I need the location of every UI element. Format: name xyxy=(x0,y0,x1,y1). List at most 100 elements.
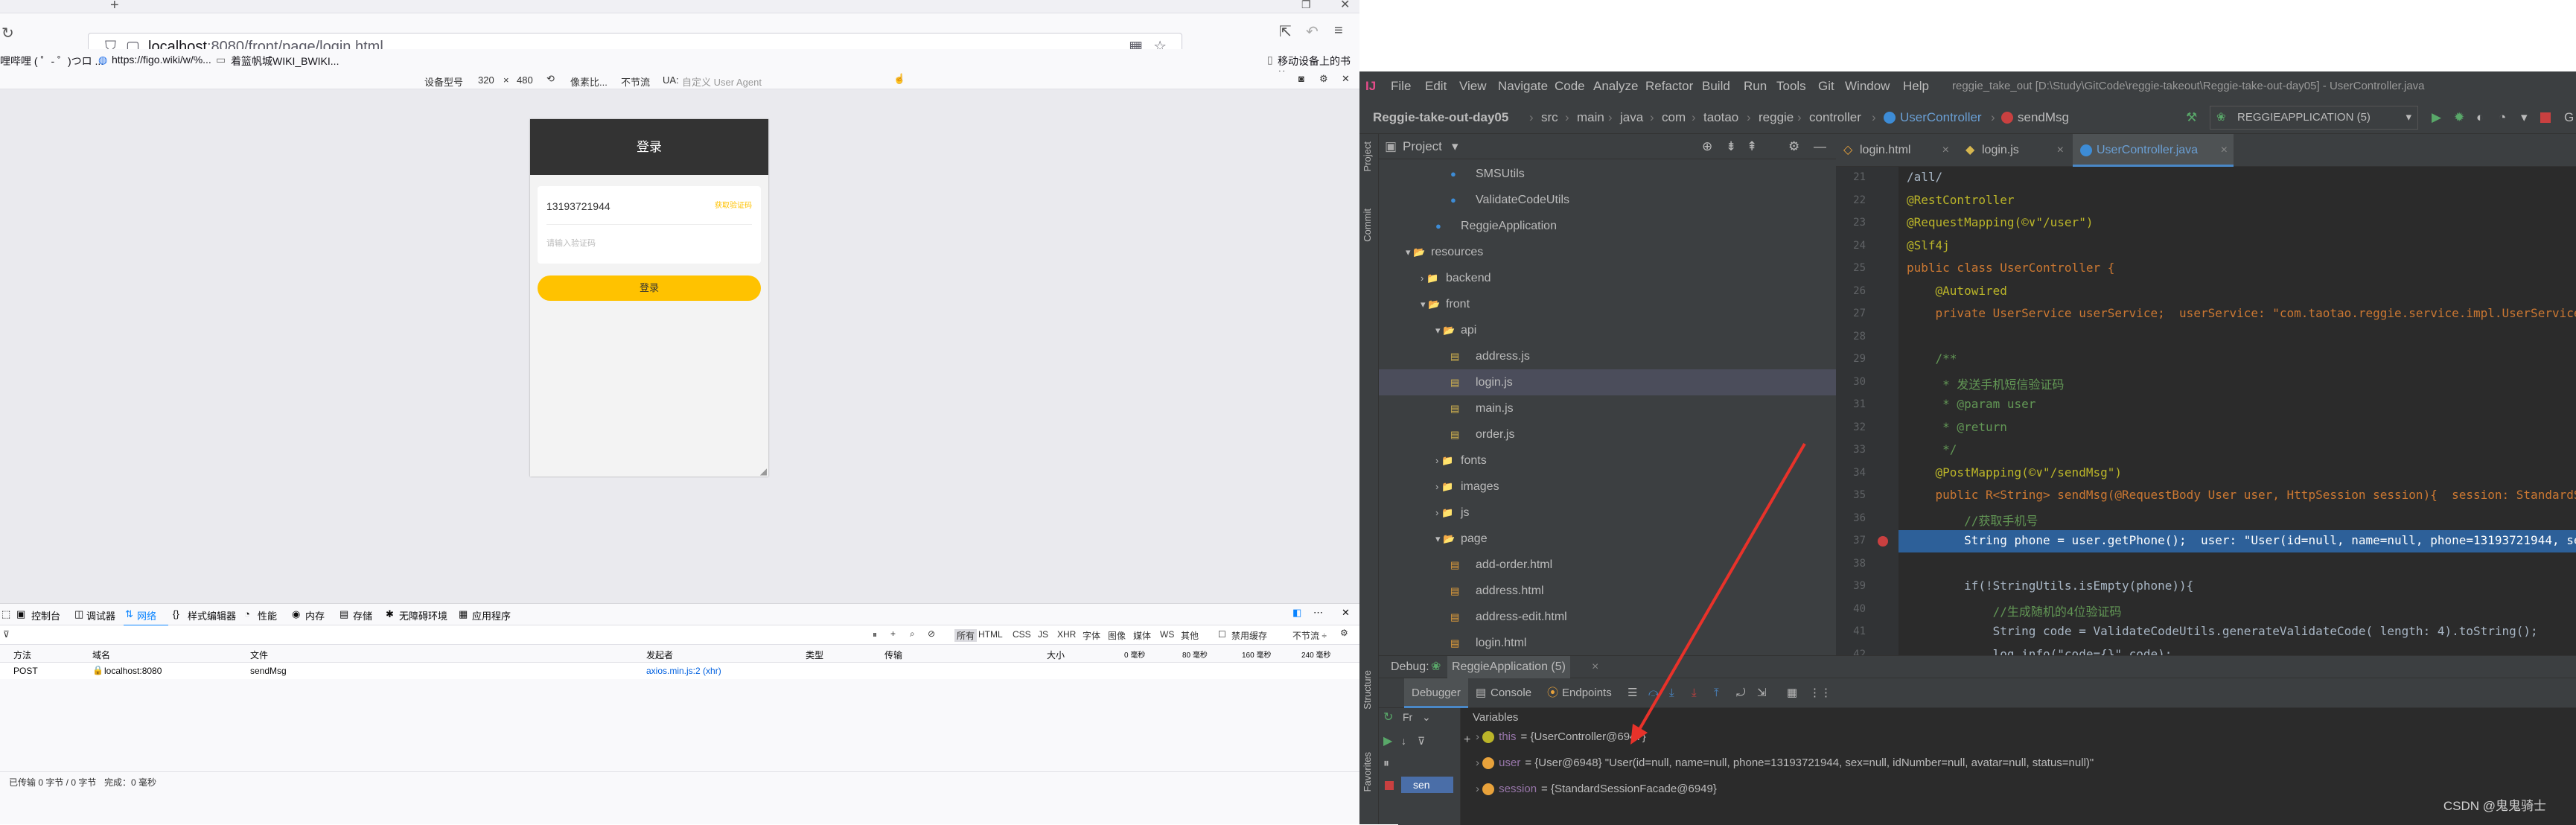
tab-network-active[interactable]: ⇅ 网络 xyxy=(124,604,168,626)
filter-media[interactable]: 媒体 xyxy=(1133,629,1151,642)
add-icon[interactable]: + xyxy=(890,628,896,639)
drop-frame-icon[interactable]: ⤾ xyxy=(1736,678,1746,708)
filter-image[interactable]: 图像 xyxy=(1108,629,1126,642)
force-step-icon[interactable]: ⤓ xyxy=(1692,678,1697,708)
frame-item[interactable]: sen xyxy=(1401,777,1453,793)
chevron-right-icon[interactable]: › xyxy=(1476,756,1482,769)
step-down-icon[interactable]: ↓ xyxy=(1401,735,1406,747)
tab-debugger[interactable]: 调试器 xyxy=(86,608,115,622)
network-throttle[interactable]: 不节流 ÷ xyxy=(1292,629,1327,642)
col-file[interactable]: 文件 xyxy=(250,649,268,661)
expand-icon[interactable]: ⇞ xyxy=(1747,134,1757,159)
pause-icon[interactable]: ⏸ xyxy=(1383,757,1389,771)
crumb-reggie[interactable]: reggie xyxy=(1759,101,1794,134)
crumb-main[interactable]: main xyxy=(1577,101,1604,134)
filter-icon[interactable]: ⊽ xyxy=(1418,735,1425,748)
crumb-java[interactable]: java xyxy=(1620,101,1643,134)
locate-icon[interactable]: ⊕ xyxy=(1702,134,1712,159)
filter-ws[interactable]: WS xyxy=(1160,629,1174,640)
tree-item[interactable]: ▤ address.js xyxy=(1379,343,1836,369)
col-domain[interactable]: 域名 xyxy=(92,649,110,661)
git-icon[interactable]: G xyxy=(2564,101,2574,134)
tree-item[interactable]: ● SMSUtils xyxy=(1379,161,1836,187)
step-out-icon[interactable]: ⤒ xyxy=(1714,678,1719,708)
tab-usercontroller[interactable]: UserController.java × xyxy=(2073,134,2234,167)
close-rdm-icon[interactable]: ✕ xyxy=(1342,73,1350,85)
tab-console[interactable]: 控制台 xyxy=(31,608,60,622)
resize-handle-icon[interactable]: ◢ xyxy=(760,466,767,477)
close-tab-icon[interactable]: × xyxy=(1942,134,1949,167)
debug-icon[interactable]: ✹ xyxy=(2454,101,2464,134)
step-into-icon[interactable]: ⤓ xyxy=(1669,678,1674,708)
stop-icon[interactable] xyxy=(1385,781,1394,790)
tree-item[interactable]: › 📁 fonts xyxy=(1379,447,1836,474)
bookmark-item[interactable]: 哩哔哩 ( ゜- ゜)つロ ... xyxy=(0,54,103,69)
step-over-icon[interactable]: ⤼ xyxy=(1648,678,1660,708)
login-button[interactable]: 登录 xyxy=(538,275,761,301)
filter-other[interactable]: 其他 xyxy=(1181,629,1199,642)
settings-icon[interactable]: ⚙ xyxy=(1319,73,1328,85)
tree-item[interactable]: ● ReggieApplication xyxy=(1379,213,1836,239)
restore-icon[interactable]: ❐ xyxy=(1301,0,1311,11)
tree-item[interactable]: ▤ add-order.html xyxy=(1379,552,1836,578)
tree-item[interactable]: › 📁 js xyxy=(1379,500,1836,526)
search-icon[interactable]: ⌕ xyxy=(910,628,915,640)
tree-item[interactable]: ▤ address.html xyxy=(1379,578,1836,604)
debug-session[interactable]: ReggieApplication (5) xyxy=(1447,656,1570,678)
tab-storage[interactable]: 存储 xyxy=(353,608,372,622)
inspector-icon[interactable]: ⬚ xyxy=(1,608,10,620)
row-initiator[interactable]: axios.min.js:2 (xhr) xyxy=(646,666,721,676)
menu-build[interactable]: Build xyxy=(1702,71,1730,101)
tab-login-html[interactable]: ◇ login.html × xyxy=(1836,134,1955,167)
pause-icon[interactable]: ⏸ xyxy=(873,629,877,640)
tree-item[interactable]: ▤ order.js xyxy=(1379,421,1836,447)
crumb-com[interactable]: com xyxy=(1662,101,1686,134)
code-field[interactable]: 请输入验证码 xyxy=(546,225,752,262)
side-project[interactable]: Project xyxy=(1362,141,1373,171)
menu-view[interactable]: View xyxy=(1459,71,1487,101)
menu-navigate[interactable]: Navigate xyxy=(1498,71,1548,101)
tree-item[interactable]: ▾ 📂 page xyxy=(1379,526,1836,552)
side-structure[interactable]: Structure xyxy=(1362,670,1373,710)
ua-input[interactable]: 自定义 User Agent xyxy=(682,74,762,89)
chevron-right-icon[interactable]: › xyxy=(1476,783,1482,795)
bookmark-item[interactable]: 着篮帆城WIKI_BWIKI... xyxy=(231,54,339,69)
filter-all[interactable]: 所有 xyxy=(954,629,978,642)
tab-accessibility[interactable]: 无障碍环境 xyxy=(399,608,447,622)
disable-cache-checkbox[interactable]: ☐ xyxy=(1218,629,1226,640)
more-icon[interactable]: ⋯ xyxy=(1313,607,1323,619)
filter-html[interactable]: HTML xyxy=(978,629,1003,640)
tab-console[interactable]: Console xyxy=(1491,678,1531,708)
evaluate-icon[interactable]: ▦ xyxy=(1787,678,1797,708)
throttle-select[interactable]: 不节流 xyxy=(621,74,650,89)
resume-icon[interactable]: ▶ xyxy=(1383,733,1392,748)
col-transferred[interactable]: 传输 xyxy=(884,649,902,661)
code-area[interactable]: /all/ @RestController @RequestMapping(©∨"/… xyxy=(1836,167,2576,655)
chevron-down-icon[interactable]: ▾ xyxy=(1452,134,1458,159)
reload-icon[interactable]: ↻ xyxy=(1,24,14,42)
clear-icon[interactable]: ⊘ xyxy=(928,628,935,639)
tree-item[interactable]: ▤ main.js xyxy=(1379,395,1836,421)
bookmark-item[interactable]: https://figo.wiki/w/%... xyxy=(112,54,211,66)
tab-performance[interactable]: 性能 xyxy=(258,608,277,622)
crumb-method[interactable]: sendMsg xyxy=(2018,101,2069,134)
trace-icon[interactable]: ⋮⋮ xyxy=(1809,678,1831,708)
tab-endpoints[interactable]: Endpoints xyxy=(1562,678,1612,708)
filter-font[interactable]: 字体 xyxy=(1083,629,1100,642)
menu-tools[interactable]: Tools xyxy=(1776,71,1806,101)
tree-item[interactable]: ▤ address-edit.html xyxy=(1379,604,1836,630)
tab-memory[interactable]: 内存 xyxy=(305,608,325,622)
tree-item[interactable]: › 📁 images xyxy=(1379,474,1836,500)
new-tab-icon[interactable]: + xyxy=(110,0,119,14)
tab-style-editor[interactable]: 样式编辑器 xyxy=(188,608,236,622)
crumb-class[interactable]: UserController xyxy=(1900,101,1982,134)
coverage-icon[interactable]: ◐ xyxy=(2476,101,2484,134)
menu-run[interactable]: Run xyxy=(1744,71,1767,101)
screenshot-icon[interactable]: ◙ xyxy=(1298,73,1304,84)
project-label[interactable]: Project xyxy=(1403,134,1442,159)
menu-analyze[interactable]: Analyze xyxy=(1593,71,1638,101)
filter-js[interactable]: JS xyxy=(1038,629,1048,640)
crumb-taotao[interactable]: taotao xyxy=(1703,101,1738,134)
close-window-icon[interactable]: ✕ xyxy=(1340,0,1350,12)
filter-css[interactable]: CSS xyxy=(1013,629,1031,640)
